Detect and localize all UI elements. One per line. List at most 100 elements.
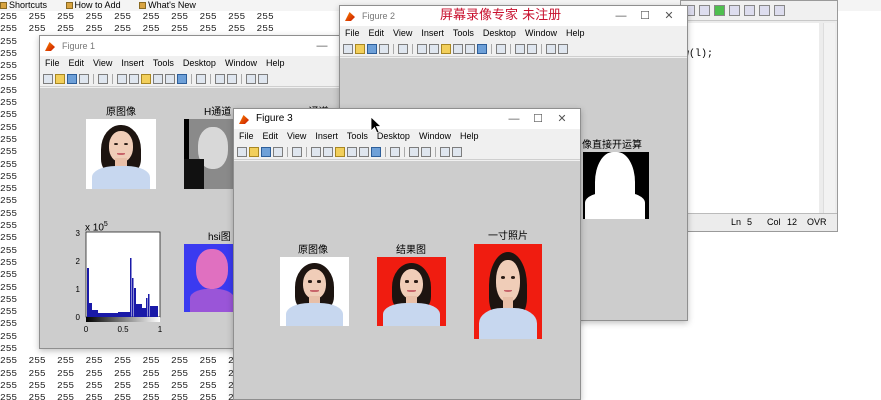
editor-code-area[interactable]: w(l); — [683, 23, 819, 213]
print-icon[interactable] — [273, 147, 283, 157]
zoom-out-icon[interactable] — [129, 74, 139, 84]
menu-help[interactable]: Help — [566, 28, 585, 38]
menu-insert[interactable]: Insert — [315, 131, 338, 141]
menu-file[interactable]: File — [239, 131, 254, 141]
stop-icon[interactable] — [759, 5, 770, 16]
menu-window[interactable]: Window — [419, 131, 451, 141]
menu-edit[interactable]: Edit — [263, 131, 279, 141]
minimize-button[interactable]: — — [502, 109, 526, 129]
hide-tools-icon[interactable] — [440, 147, 450, 157]
how-to-add-link[interactable]: How to Add — [65, 0, 129, 10]
colorbar-icon[interactable] — [409, 147, 419, 157]
open-icon[interactable] — [55, 74, 65, 84]
new-figure-icon[interactable] — [237, 147, 247, 157]
brush-icon[interactable] — [371, 147, 381, 157]
menu-insert[interactable]: Insert — [121, 58, 144, 68]
figure-3-window[interactable]: Figure 3 — ☐ ✕ File Edit View Insert Tools Desk… — [233, 108, 581, 400]
colorbar-icon[interactable] — [215, 74, 225, 84]
close-button[interactable]: ✕ — [550, 109, 574, 129]
brush-icon[interactable] — [477, 44, 487, 54]
step-icon[interactable] — [744, 5, 755, 16]
pan-icon[interactable] — [335, 147, 345, 157]
menu-tools[interactable]: Tools — [153, 58, 174, 68]
shortcut-icon — [65, 2, 73, 10]
menu-edit[interactable]: Edit — [369, 28, 385, 38]
save-icon[interactable] — [367, 44, 377, 54]
ovr-indicator: OVR — [807, 217, 827, 227]
menu-view[interactable]: View — [287, 131, 306, 141]
link-plot-icon[interactable] — [496, 44, 506, 54]
figure-1-menubar: File Edit View Insert Tools Desktop Window Help — [40, 56, 340, 71]
menu-help[interactable]: Help — [460, 131, 479, 141]
menu-window[interactable]: Window — [225, 58, 257, 68]
menu-insert[interactable]: Insert — [421, 28, 444, 38]
zoom-out-icon[interactable] — [323, 147, 333, 157]
colorbar-icon[interactable] — [515, 44, 525, 54]
rotate-icon[interactable] — [153, 74, 163, 84]
legend-icon[interactable] — [227, 74, 237, 84]
hide-tools-icon[interactable] — [546, 44, 556, 54]
shortcuts-link[interactable]: Shortcuts — [0, 0, 55, 10]
print-icon[interactable] — [379, 44, 389, 54]
minimize-button[interactable]: — — [310, 36, 334, 56]
hide-tools-icon[interactable] — [246, 74, 256, 84]
figure-1-titlebar[interactable]: Figure 1 — — [40, 36, 340, 56]
brush-icon[interactable] — [177, 74, 187, 84]
breakpoint-icon[interactable] — [729, 5, 740, 16]
maximize-button[interactable]: ☐ — [526, 109, 550, 129]
editor-scrollbar[interactable] — [823, 23, 835, 213]
data-cursor-icon[interactable] — [465, 44, 475, 54]
new-figure-icon[interactable] — [343, 44, 353, 54]
menu-tools[interactable]: Tools — [347, 131, 368, 141]
save-icon[interactable] — [67, 74, 77, 84]
show-tools-icon[interactable] — [452, 147, 462, 157]
legend-icon[interactable] — [527, 44, 537, 54]
run-icon[interactable] — [714, 5, 725, 16]
maximize-button[interactable]: ☐ — [633, 6, 657, 26]
open-icon[interactable] — [249, 147, 259, 157]
data-cursor-icon[interactable] — [165, 74, 175, 84]
original-label: 原图像 — [298, 245, 328, 256]
pan-icon[interactable] — [441, 44, 451, 54]
figure-3-canvas: 原图像 结果图 一寸照片 — [234, 161, 580, 399]
pan-icon[interactable] — [141, 74, 151, 84]
link-plot-icon[interactable] — [196, 74, 206, 84]
legend-icon[interactable] — [421, 147, 431, 157]
show-tools-icon[interactable] — [558, 44, 568, 54]
menu-view[interactable]: View — [93, 58, 112, 68]
settings-icon[interactable] — [774, 5, 785, 16]
menu-file[interactable]: File — [45, 58, 60, 68]
zoom-out-icon[interactable] — [429, 44, 439, 54]
menu-desktop[interactable]: Desktop — [183, 58, 216, 68]
close-button[interactable]: ✕ — [657, 6, 681, 26]
figure-3-titlebar[interactable]: Figure 3 — ☐ ✕ — [234, 109, 580, 129]
zoom-in-icon[interactable] — [117, 74, 127, 84]
rotate-icon[interactable] — [347, 147, 357, 157]
link-plot-icon[interactable] — [390, 147, 400, 157]
zoom-in-icon[interactable] — [417, 44, 427, 54]
print-icon[interactable] — [79, 74, 89, 84]
new-figure-icon[interactable] — [43, 74, 53, 84]
pointer-icon[interactable] — [98, 74, 108, 84]
separator — [412, 44, 413, 54]
menu-desktop[interactable]: Desktop — [483, 28, 516, 38]
editor-toolbar — [681, 1, 837, 21]
minimize-button[interactable]: — — [609, 6, 633, 26]
pointer-icon[interactable] — [292, 147, 302, 157]
zoom-in-icon[interactable] — [311, 147, 321, 157]
open-icon[interactable] — [355, 44, 365, 54]
menu-help[interactable]: Help — [266, 58, 285, 68]
save-icon[interactable] — [261, 147, 271, 157]
menu-tools[interactable]: Tools — [453, 28, 474, 38]
menu-file[interactable]: File — [345, 28, 360, 38]
data-cursor-icon[interactable] — [359, 147, 369, 157]
menu-edit[interactable]: Edit — [69, 58, 85, 68]
whats-new-link[interactable]: What's New — [139, 0, 204, 10]
rotate-icon[interactable] — [453, 44, 463, 54]
show-tools-icon[interactable] — [258, 74, 268, 84]
menu-window[interactable]: Window — [525, 28, 557, 38]
figure-2-titlebar[interactable]: Figure 2 屏幕录像专家 未注册 — ☐ ✕ — [340, 6, 687, 26]
pointer-icon[interactable] — [398, 44, 408, 54]
forward-icon[interactable] — [699, 5, 710, 16]
menu-view[interactable]: View — [393, 28, 412, 38]
